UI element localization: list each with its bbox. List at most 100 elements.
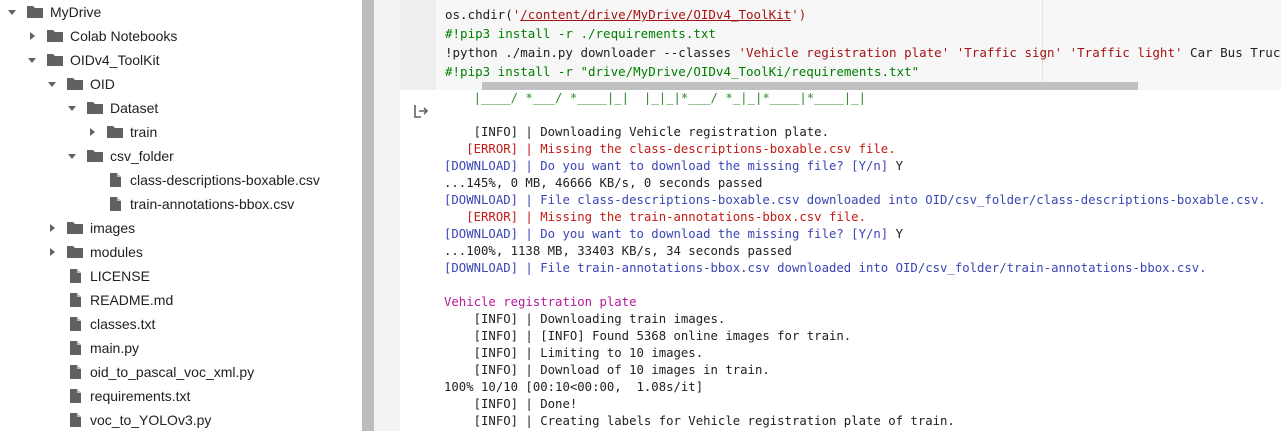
tree-item-label: MyDrive (50, 4, 102, 20)
output-line: [INFO] | Done! (444, 396, 578, 413)
output-line: [INFO] | [INFO] Found 5368 online images… (444, 328, 852, 345)
chevron-down-icon[interactable] (46, 78, 58, 90)
tree-item[interactable]: modules (0, 240, 362, 264)
output-line: [INFO] | Creating labels for Vehicle reg… (444, 413, 955, 430)
output-text: [DOWNLOAD] | Do you want to download the… (444, 159, 889, 173)
file-icon (66, 412, 84, 428)
tree-item[interactable]: Dataset (0, 96, 362, 120)
output-line: Vehicle registration plate (444, 294, 637, 311)
output-text: [DOWNLOAD] | File train-annotations-bbox… (444, 261, 1207, 275)
file-icon (66, 268, 84, 284)
tree-item[interactable]: class-descriptions-boxable.csv (0, 168, 362, 192)
tree-item-label: modules (90, 244, 143, 260)
tree-item[interactable]: oid_to_pascal_voc_xml.py (0, 360, 362, 384)
output-text: [DOWNLOAD] | File class-descriptions-box… (444, 193, 1266, 207)
tree-item[interactable]: OID (0, 72, 362, 96)
file-icon (66, 340, 84, 356)
tree-item-label: class-descriptions-boxable.csv (130, 172, 320, 188)
file-icon (66, 316, 84, 332)
tree-item-label: requirements.txt (90, 388, 191, 404)
output-line: 100% 10/10 [00:10<00:00, 1.08s/it] (444, 379, 703, 396)
tree-item[interactable]: train-annotations-bbox.csv (0, 192, 362, 216)
tree-item[interactable]: LICENSE (0, 264, 362, 288)
tree-item[interactable]: requirements.txt (0, 384, 362, 408)
code-horizontal-scrollbar[interactable] (482, 82, 1138, 90)
chevron-right-icon[interactable] (86, 126, 98, 138)
output-line: |____/ *___/ *____|_| |_|_|*___/ *_|_|*_… (444, 90, 866, 107)
output-line: [INFO] | Downloading train images. (444, 311, 726, 328)
tree-item-label: OIDv4_ToolKit (70, 52, 160, 68)
tree-item[interactable]: csv_folder (0, 144, 362, 168)
output-answer: Y (888, 227, 904, 241)
code-string: 'Vehicle registration plate' 'Traffic si… (738, 45, 1183, 60)
code-text: !python ./main.py downloader --classes (445, 45, 739, 60)
tree-item[interactable]: README.md (0, 288, 362, 312)
chevron-down-icon[interactable] (6, 6, 18, 18)
chevron-right-icon[interactable] (26, 30, 38, 42)
sidebar-scrollbar[interactable] (362, 0, 374, 431)
cell-gutter[interactable] (400, 0, 436, 90)
output-text: ...100%, 1138 MB, 33403 KB/s, 34 seconds… (444, 244, 792, 258)
tree-item-label: OID (90, 76, 115, 92)
output-line: [ERROR] | Missing the class-descriptions… (444, 141, 896, 158)
clear-output-icon[interactable] (412, 102, 430, 120)
tree-item[interactable]: voc_to_YOLOv3.py (0, 408, 362, 431)
file-icon (106, 172, 124, 188)
chevron-down-icon[interactable] (26, 54, 38, 66)
output-text: [INFO] | Downloading Vehicle registratio… (444, 125, 829, 139)
output-line: [DOWNLOAD] | Do you want to download the… (444, 226, 903, 243)
code-line-2: #!pip3 install -r ./requirements.txt (445, 26, 716, 41)
chevron-right-icon[interactable] (46, 222, 58, 234)
tree-item[interactable]: classes.txt (0, 312, 362, 336)
tree-item[interactable]: train (0, 120, 362, 144)
tree-item[interactable]: Colab Notebooks (0, 24, 362, 48)
chevron-right-icon[interactable] (46, 246, 58, 258)
output-text: [INFO] | Limiting to 10 images. (444, 346, 704, 360)
folder-icon (66, 244, 84, 260)
tree-item[interactable]: MyDrive (0, 0, 362, 24)
tree-item-label: voc_to_YOLOv3.py (90, 412, 212, 428)
chevron-down-icon[interactable] (66, 150, 78, 162)
code-text: Car Bus Truck Person (1190, 45, 1281, 60)
file-icon (66, 364, 84, 380)
folder-icon (66, 220, 84, 236)
output-line: [INFO] | Download of 10 images in train. (444, 362, 770, 379)
file-icon (106, 196, 124, 212)
output-text: [ERROR] | Missing the class-descriptions… (444, 142, 896, 156)
tree-item[interactable]: main.py (0, 336, 362, 360)
code-line-4: #!pip3 install -r "drive/MyDrive/OIDv4_T… (445, 64, 920, 79)
tree-item-label: LICENSE (90, 268, 150, 284)
path-link[interactable]: /content/drive/MyDrive/OIDv4_ToolKit (520, 7, 791, 22)
code-line-3: !python ./main.py downloader --classes '… (445, 43, 1281, 62)
tree-item[interactable]: OIDv4_ToolKit (0, 48, 362, 72)
code-editor[interactable]: os.chdir('/content/drive/MyDrive/OIDv4_T… (436, 0, 1281, 90)
output-line: ...145%, 0 MB, 46666 KB/s, 0 seconds pas… (444, 175, 762, 192)
output-text: [ERROR] | Missing the train-annotations-… (444, 210, 866, 224)
tree-item[interactable]: images (0, 216, 362, 240)
output-line: [INFO] | Limiting to 10 images. (444, 345, 704, 362)
output-text: Vehicle registration plate (444, 295, 637, 309)
output-line: [DOWNLOAD] | File train-annotations-bbox… (444, 260, 1207, 277)
file-icon (66, 388, 84, 404)
tree-item-label: main.py (90, 340, 140, 356)
tree-item-label: classes.txt (90, 316, 156, 332)
output-line: [ERROR] | Missing the train-annotations-… (444, 209, 866, 226)
tree-item-label: train-annotations-bbox.csv (130, 196, 295, 212)
sidebar-resize-handle[interactable] (374, 0, 401, 431)
output-text: ...145%, 0 MB, 46666 KB/s, 0 seconds pas… (444, 176, 763, 190)
tree-item-label: csv_folder (110, 148, 174, 164)
output-line: [INFO] | Downloading Vehicle registratio… (444, 124, 829, 141)
output-text: 100% 10/10 [00:10<00:00, 1.08s/it] (444, 380, 704, 394)
code-line-1: os.chdir('/content/drive/MyDrive/OIDv4_T… (445, 5, 806, 24)
output-text: |____/ *___/ *____|_| |_|_|*___/ *_|_|*_… (444, 91, 866, 105)
chevron-down-icon[interactable] (66, 102, 78, 114)
output-text: [INFO] | Creating labels for Vehicle reg… (444, 414, 955, 428)
folder-icon (106, 124, 124, 140)
code-text: os.chdir( (445, 7, 513, 22)
